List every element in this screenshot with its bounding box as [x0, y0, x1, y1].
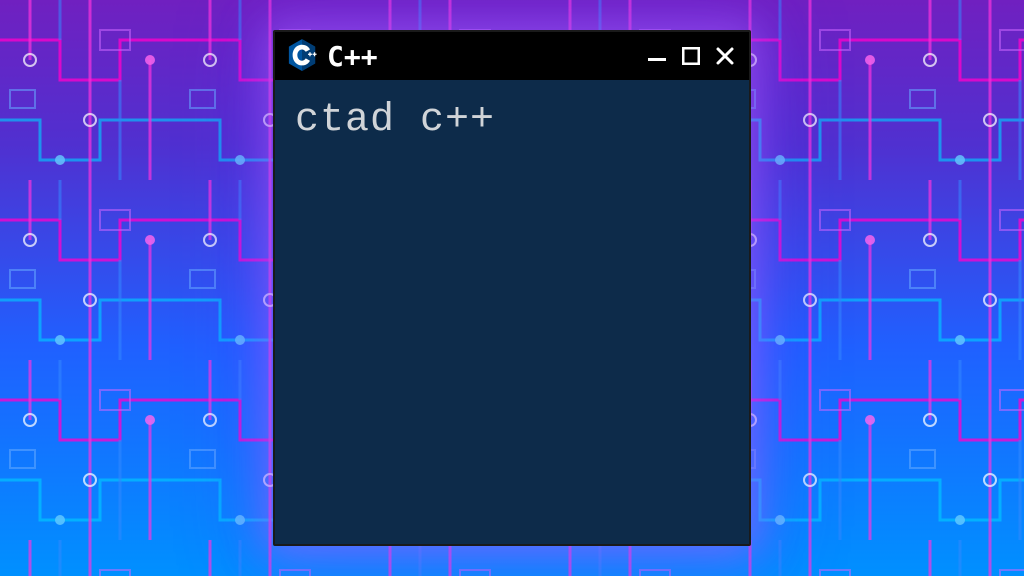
terminal-content[interactable]: ctad c++ [275, 80, 749, 544]
maximize-button[interactable] [679, 44, 703, 68]
close-button[interactable] [713, 44, 737, 68]
titlebar[interactable]: C++ [275, 32, 749, 80]
window-controls [645, 44, 737, 68]
cpp-logo-icon [287, 39, 317, 73]
terminal-window: C++ ctad c++ [273, 30, 751, 546]
terminal-text: ctad c++ [295, 98, 729, 143]
window-title: C++ [327, 40, 635, 73]
minimize-button[interactable] [645, 44, 669, 68]
